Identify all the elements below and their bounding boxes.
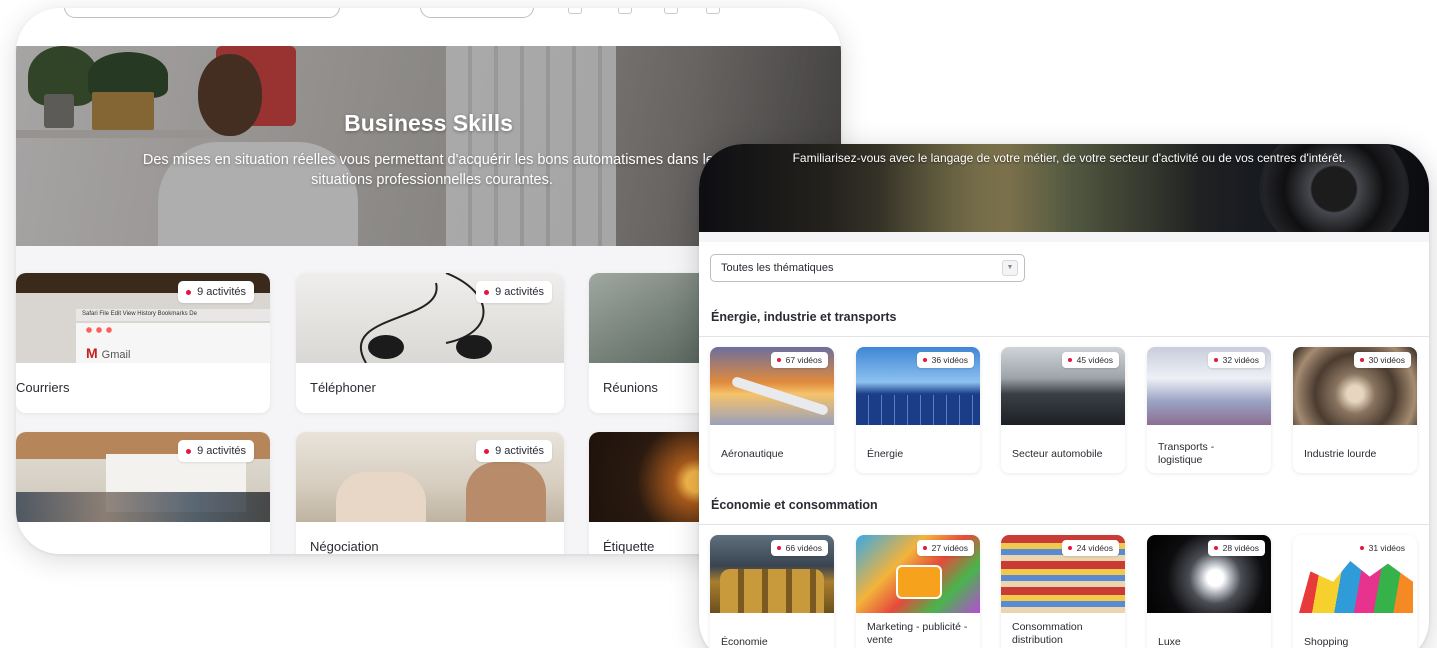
shopping-bags-image — [1299, 561, 1413, 613]
topic-card-energie[interactable]: 36 vidéos Énergie — [856, 347, 980, 473]
card-thumbnail: 28 vidéos — [1147, 535, 1271, 613]
topic-card-shopping[interactable]: 31 vidéos Shopping — [1293, 535, 1417, 648]
card-thumbnail: 27 vidéos — [856, 535, 980, 613]
nav-icon[interactable] — [664, 8, 678, 14]
card-thumbnail: 32 vidéos — [1147, 347, 1271, 425]
card-thumbnail: 24 vidéos — [1001, 535, 1125, 613]
card-label: Énergie — [856, 425, 980, 473]
card-label: Shopping — [1293, 613, 1417, 648]
video-count-badge: 24 vidéos — [1061, 540, 1119, 556]
shopping-cart-icon — [896, 565, 942, 599]
theme-select-value: Toutes les thématiques — [721, 262, 834, 274]
topic-card-secteur-automobile[interactable]: 45 vidéos Secteur automobile — [1001, 347, 1125, 473]
banner-text: Familiarisez-vous avec le langage de vot… — [792, 151, 1346, 165]
chevron-down-icon[interactable]: ▼ — [1002, 260, 1018, 276]
video-count-badge: 28 vidéos — [1207, 540, 1265, 556]
gmail-logo-icon: M — [86, 345, 98, 361]
topic-card-economie[interactable]: 66 vidéos Économie — [710, 535, 834, 648]
skill-card-negociation[interactable]: 9 activités Négociation — [296, 432, 564, 554]
nav-icon[interactable] — [618, 8, 632, 14]
page-title: Business Skills — [344, 110, 513, 136]
video-count-badge: 30 vidéos — [1353, 352, 1411, 368]
card-thumbnail: 36 vidéos — [856, 347, 980, 425]
activity-count-badge: 9 activités — [476, 440, 552, 462]
card-thumbnail: Safari File Edit View History Bookmarks … — [16, 273, 270, 363]
search-field[interactable] — [64, 8, 340, 18]
video-count-badge: 32 vidéos — [1207, 352, 1265, 368]
activity-count-badge: 9 activités — [476, 281, 552, 303]
card-thumbnail: 31 vidéos — [1293, 535, 1417, 613]
card-label: Luxe — [1147, 613, 1271, 648]
activity-count-badge: 9 activités — [178, 281, 254, 303]
card-label: Transports - logistique — [1147, 425, 1271, 473]
theme-select[interactable]: Toutes les thématiques ▼ — [710, 254, 1025, 282]
video-count-badge: 36 vidéos — [916, 352, 974, 368]
topic-card-transports-logistique[interactable]: 32 vidéos Transports - logistique — [1147, 347, 1271, 473]
card-thumbnail: 66 vidéos — [710, 535, 834, 613]
page-subtitle: Des mises en situation réelles vous perm… — [142, 152, 722, 188]
topic-card-aeronautique[interactable]: 67 vidéos Aéronautique — [710, 347, 834, 473]
card-thumbnail: 67 vidéos — [710, 347, 834, 425]
skill-card-presentations[interactable]: 9 activités Présentations — [16, 432, 270, 554]
card-label: Téléphoner — [296, 363, 564, 413]
card-label: Consommation distribution — [1001, 613, 1125, 648]
topic-card-marketing[interactable]: 27 vidéos Marketing - publicité - vente — [856, 535, 980, 648]
card-label: Économie — [710, 613, 834, 648]
topic-card-consommation[interactable]: 24 vidéos Consommation distribution — [1001, 535, 1125, 648]
section-divider — [699, 336, 1429, 337]
card-label: Industrie lourde — [1293, 425, 1417, 473]
card-label: Secteur automobile — [1001, 425, 1125, 473]
topic-card-luxe[interactable]: 28 vidéos Luxe — [1147, 535, 1271, 648]
activity-count-badge: 9 activités — [178, 440, 254, 462]
topic-card-industrie-lourde[interactable]: 30 vidéos Industrie lourde — [1293, 347, 1417, 473]
skill-card-courriers[interactable]: Safari File Edit View History Bookmarks … — [16, 273, 270, 413]
card-label: Courriers — [16, 363, 270, 413]
section-title: Énergie, industrie et transports — [711, 310, 897, 324]
nav-icon[interactable] — [706, 8, 720, 14]
card-thumbnail: 9 activités — [296, 273, 564, 363]
card-thumbnail: 9 activités — [296, 432, 564, 522]
video-count-badge: 67 vidéos — [770, 352, 828, 368]
card-thumbnail: 30 vidéos — [1293, 347, 1417, 425]
vocabulary-content: Toutes les thématiques ▼ Énergie, indust… — [699, 232, 1429, 648]
card-thumbnail: 45 vidéos — [1001, 347, 1125, 425]
card-label: Négociation — [296, 522, 564, 554]
section-divider — [699, 524, 1429, 525]
card-label: Aéronautique — [710, 425, 834, 473]
section-title: Économie et consommation — [711, 498, 878, 512]
vocabulary-banner: Familiarisez-vous avec le langage de vot… — [699, 144, 1429, 232]
language-selector[interactable] — [420, 8, 534, 18]
vocabulary-window: Familiarisez-vous avec le langage de vot… — [699, 144, 1429, 648]
skill-card-telephoner[interactable]: 9 activités Téléphoner — [296, 273, 564, 413]
video-count-badge: 66 vidéos — [770, 540, 828, 556]
card-label: Marketing - publicité - vente — [856, 613, 980, 648]
video-count-badge: 31 vidéos — [1353, 540, 1411, 556]
video-count-badge: 27 vidéos — [916, 540, 974, 556]
video-count-badge: 45 vidéos — [1061, 352, 1119, 368]
nav-icon[interactable] — [568, 8, 582, 14]
card-thumbnail: 9 activités — [16, 432, 270, 522]
top-bar — [16, 8, 841, 46]
card-label: Présentations — [16, 522, 270, 554]
